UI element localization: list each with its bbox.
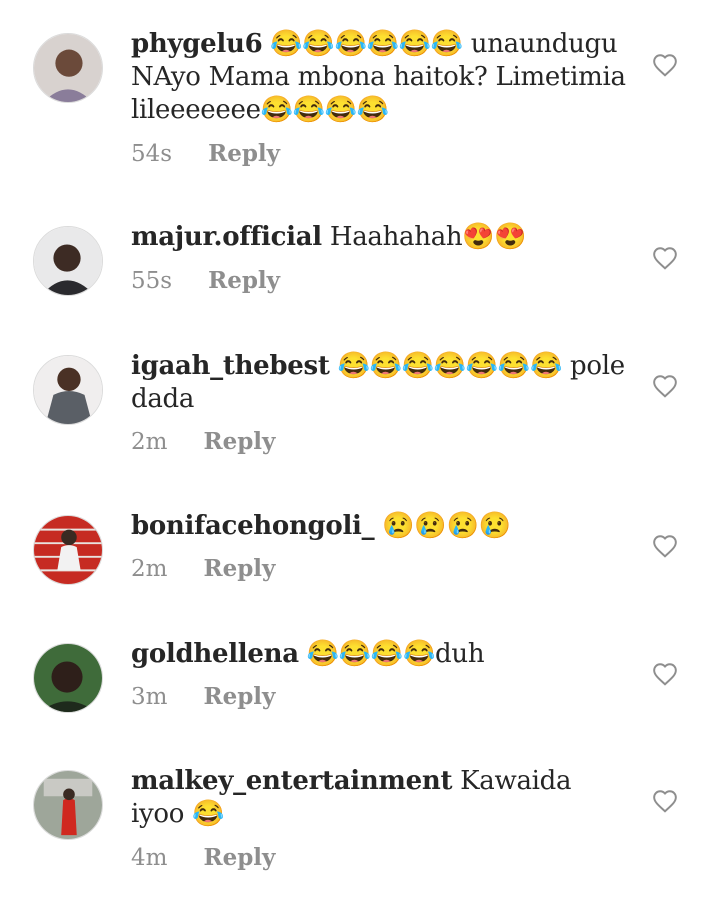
- comment-time: 2m: [131, 556, 168, 582]
- comment-body: goldhellena 😂😂😂😂duh: [131, 638, 631, 671]
- avatar[interactable]: [33, 33, 103, 103]
- avatar[interactable]: [33, 355, 103, 425]
- avatar-image: [34, 34, 102, 102]
- heart-outline-icon[interactable]: [652, 662, 678, 686]
- comment-meta: 2m Reply: [131, 555, 275, 582]
- comment-username[interactable]: phygelu6: [131, 29, 263, 59]
- avatar-image: [34, 227, 102, 295]
- comment-time: 54s: [131, 141, 173, 167]
- avatar-image: [34, 516, 102, 584]
- comment-meta: 3m Reply: [131, 683, 275, 710]
- comment-meta: 55s Reply: [131, 267, 280, 294]
- comment-body: malkey_entertainment Kawaida iyoo 😂: [131, 765, 631, 831]
- comment-time: 3m: [131, 684, 168, 710]
- avatar[interactable]: [33, 226, 103, 296]
- comment-body: phygelu6 😂😂😂😂😂😂 unaundugu NAyo Mama mbon…: [131, 28, 631, 127]
- avatar-image: [34, 644, 102, 712]
- comment-time: 55s: [131, 268, 173, 294]
- comment-body: majur.official Haahahah😍😍: [131, 221, 631, 254]
- comment-time: 2m: [131, 429, 168, 455]
- comment-text: 😂😂😂😂duh: [306, 639, 485, 669]
- heart-outline-icon[interactable]: [652, 53, 678, 77]
- comment-username[interactable]: bonifacehongoli_: [131, 511, 375, 541]
- avatar[interactable]: [33, 643, 103, 713]
- comment-meta: 2m Reply: [131, 428, 275, 455]
- comment-time: 4m: [131, 845, 168, 871]
- comment-meta: 4m Reply: [131, 844, 275, 871]
- comment-meta: 54s Reply: [131, 140, 280, 167]
- avatar-image: [34, 771, 102, 839]
- reply-button[interactable]: Reply: [203, 428, 275, 455]
- reply-button[interactable]: Reply: [203, 844, 275, 871]
- comment-username[interactable]: goldhellena: [131, 639, 299, 669]
- comment-body: igaah_thebest 😂😂😂😂😂😂😂 pole dada: [131, 350, 631, 416]
- comment-text: 😢😢😢😢: [382, 511, 511, 541]
- comment-username[interactable]: igaah_thebest: [131, 351, 330, 381]
- heart-outline-icon[interactable]: [652, 789, 678, 813]
- heart-outline-icon[interactable]: [652, 374, 678, 398]
- avatar-image: [34, 356, 102, 424]
- reply-button[interactable]: Reply: [203, 555, 275, 582]
- comment-username[interactable]: majur.official: [131, 222, 322, 252]
- heart-outline-icon[interactable]: [652, 246, 678, 270]
- heart-outline-icon[interactable]: [652, 534, 678, 558]
- comment-body: bonifacehongoli_ 😢😢😢😢: [131, 510, 631, 543]
- avatar[interactable]: [33, 515, 103, 585]
- comment-text: Haahahah😍😍: [329, 222, 527, 252]
- avatar[interactable]: [33, 770, 103, 840]
- comment-username[interactable]: malkey_entertainment: [131, 766, 453, 796]
- reply-button[interactable]: Reply: [208, 267, 280, 294]
- reply-button[interactable]: Reply: [203, 683, 275, 710]
- reply-button[interactable]: Reply: [208, 140, 280, 167]
